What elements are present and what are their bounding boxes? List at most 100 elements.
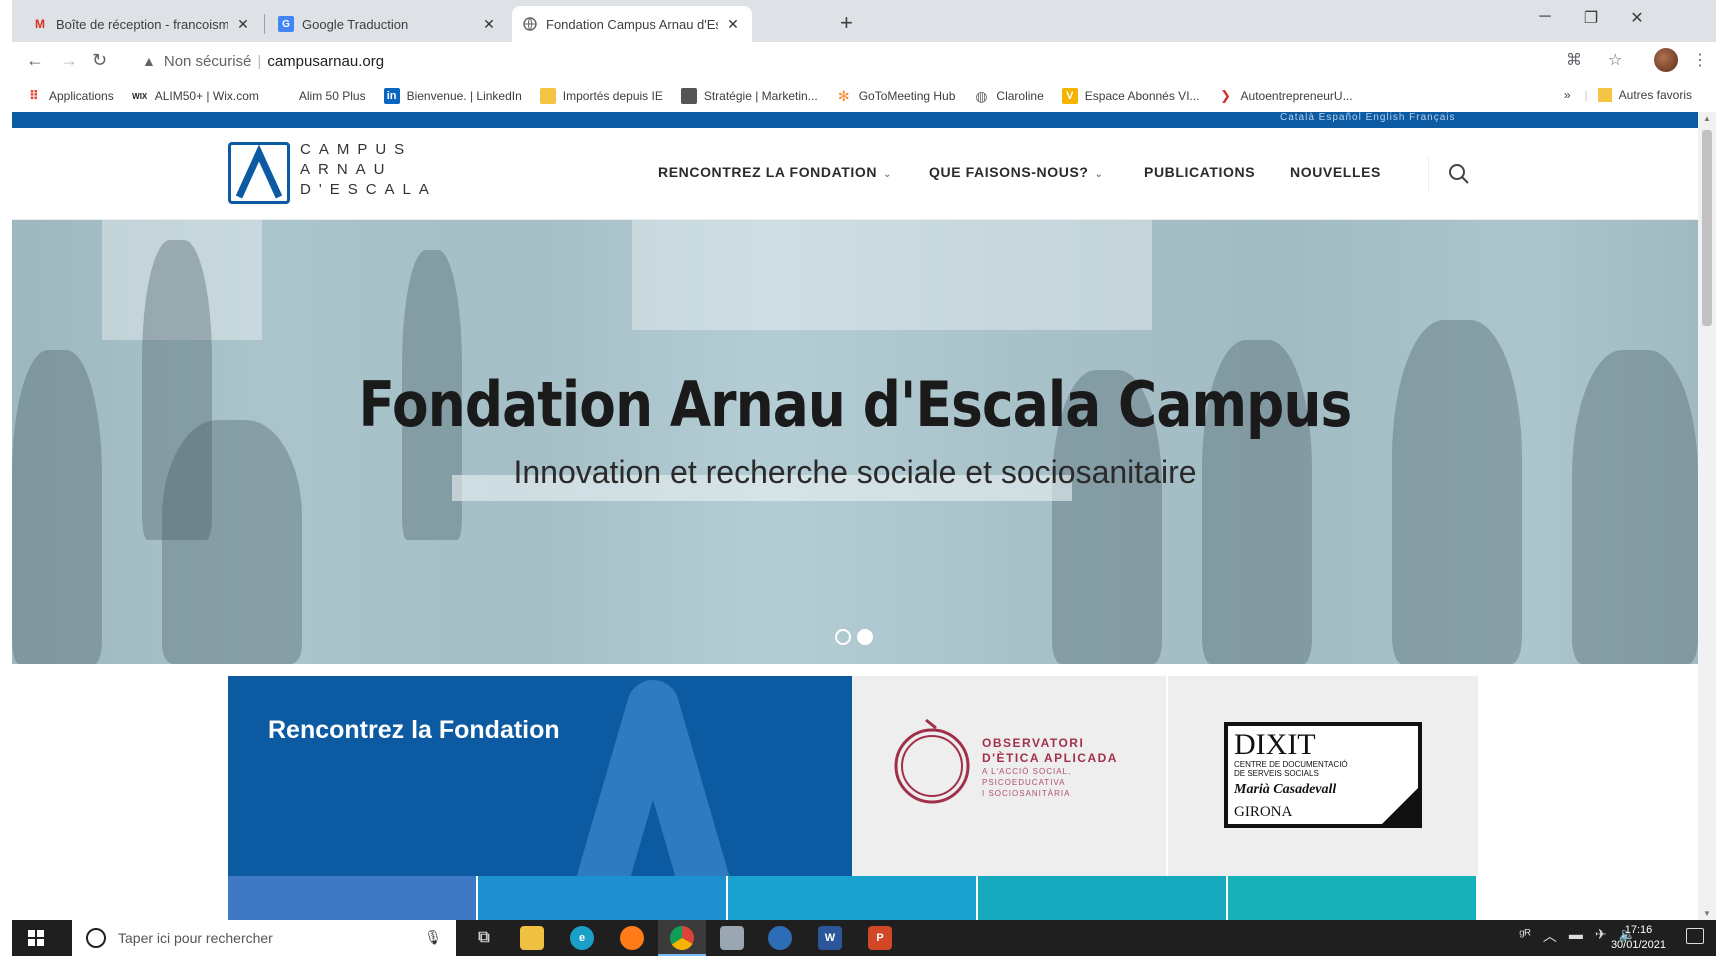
minimize-icon[interactable]: ─ — [1522, 8, 1568, 26]
bookmark-applications[interactable]: ⠿ Applications — [26, 88, 114, 104]
star-icon[interactable]: ☆ — [1608, 50, 1622, 70]
network-icon[interactable]: ✈ — [1595, 926, 1607, 946]
observatori-small: A L'ACCIÓ SOCIAL, — [982, 767, 1072, 776]
edge-icon[interactable]: e — [570, 926, 594, 950]
logo-line: D'ESCALA — [300, 181, 437, 198]
page-scrollbar[interactable]: ▲ ▼ — [1698, 112, 1716, 920]
bookmark-alim50[interactable]: Alim 50 Plus — [299, 89, 366, 103]
menu-kebab-icon[interactable]: ⋮ — [1692, 50, 1708, 70]
bookmark-label: GoToMeeting Hub — [858, 89, 956, 103]
tab-separator — [264, 14, 265, 34]
language-switcher[interactable]: Català Español English Français — [1280, 112, 1456, 123]
battery-icon[interactable]: ▬ — [1569, 926, 1583, 946]
close-icon[interactable]: ✕ — [480, 16, 498, 33]
task-view-icon[interactable]: ⧉ — [472, 926, 496, 950]
app-icon[interactable] — [768, 926, 792, 950]
bookmark-autoentrepreneur[interactable]: ❯ AutoentrepreneurU... — [1218, 88, 1353, 104]
tile-dixit[interactable]: DIXIT CENTRE DE DOCUMENTACIÓ DE SERVEIS … — [1168, 676, 1478, 876]
powerpoint-icon[interactable]: P — [868, 926, 892, 950]
system-clock[interactable]: 17:16 30/01/2021 — [1611, 923, 1666, 953]
reload-icon[interactable]: ↻ — [92, 50, 107, 71]
globe-icon: ◍ — [975, 87, 988, 104]
new-tab-button[interactable]: + — [840, 10, 853, 36]
hero-slider[interactable]: Fondation Arnau d'Escala Campus Innovati… — [12, 220, 1698, 664]
security-label[interactable]: Non sécurisé — [164, 53, 252, 70]
translate-page-icon[interactable]: ⌘ — [1566, 50, 1582, 70]
logo-mark[interactable] — [228, 142, 290, 204]
bookmark-label: Bienvenue. | LinkedIn — [406, 89, 522, 103]
scroll-up-icon[interactable]: ▲ — [1698, 114, 1716, 123]
logo-line: CAMPUS — [300, 141, 413, 158]
bookmark-strategie[interactable]: Stratégie | Marketin... — [680, 88, 818, 104]
nav-que-faisons-nous[interactable]: QUE FAISONS-NOUS? ⌄ — [929, 164, 1104, 180]
tile-rencontrez[interactable]: Rencontrez la Fondation — [228, 676, 852, 876]
other-bookmarks-button[interactable]: Autres favoris — [1619, 88, 1692, 102]
tab-campus-arnau[interactable]: Fondation Campus Arnau d'Escal ✕ — [512, 6, 752, 42]
omnibox[interactable]: ▲ Non sécurisé | campusarnau.org — [132, 46, 1532, 76]
warning-icon[interactable]: ▲ — [142, 53, 156, 69]
nav-publications[interactable]: PUBLICATIONS — [1144, 164, 1255, 180]
more-bookmarks-button[interactable]: » — [1564, 88, 1571, 102]
bookmark-espace-abonnes[interactable]: V Espace Abonnés VI... — [1061, 88, 1200, 104]
notification-icon[interactable] — [1686, 928, 1704, 944]
nav-nouvelles[interactable]: NOUVELLES — [1290, 164, 1381, 180]
url-text[interactable]: campusarnau.org — [267, 53, 384, 70]
address-toolbar: ← → ↻ ▲ Non sécurisé | campusarnau.org ⌘… — [12, 42, 1716, 80]
bookmark-label: Importés depuis IE — [562, 89, 663, 103]
observatori-line1: OBSERVATORI — [982, 736, 1085, 750]
restore-icon[interactable]: ❐ — [1568, 8, 1614, 28]
bookmark-claroline[interactable]: ◍ Claroline — [973, 88, 1043, 104]
dixit-subtitle-line: CENTRE DE DOCUMENTACIÓ — [1234, 760, 1348, 769]
scroll-down-icon[interactable]: ▼ — [1698, 909, 1716, 918]
logo-wordmark[interactable]: CAMPUS ARNAU D'ESCALA — [300, 140, 437, 200]
feature-tiles: Rencontrez la Fondation OBSERVATORI D'ÈT… — [228, 676, 1478, 920]
hero-title: Fondation Arnau d'Escala Campus — [358, 368, 1353, 441]
window-close-icon[interactable]: ✕ — [1614, 8, 1660, 28]
strip-tile[interactable] — [1228, 876, 1476, 920]
strip-tile[interactable] — [478, 876, 726, 920]
chrome-icon[interactable] — [670, 926, 694, 950]
firefox-icon[interactable] — [620, 926, 644, 950]
clock-time: 17:16 — [1624, 924, 1653, 936]
slider-dot-active[interactable] — [857, 629, 873, 645]
back-arrow-icon[interactable]: ← — [26, 50, 44, 71]
bookmark-importes[interactable]: Importés depuis IE — [539, 88, 663, 104]
strip-tile[interactable] — [728, 876, 976, 920]
observatori-logo-icon — [894, 718, 970, 804]
tab-gmail[interactable]: M Boîte de réception - francoismg ✕ — [22, 6, 262, 42]
tab-google-translate[interactable]: G Google Traduction ✕ — [268, 6, 508, 42]
folder-icon — [539, 88, 556, 104]
bookmark-linkedin[interactable]: in Bienvenue. | LinkedIn — [383, 88, 522, 104]
app-icon[interactable] — [720, 926, 744, 950]
bookmark-label: Alim 50 Plus — [298, 89, 366, 103]
observatori-line2: D'ÈTICA APLICADA — [982, 751, 1118, 765]
forward-arrow-icon[interactable]: → — [60, 50, 78, 71]
search-button[interactable] — [1428, 156, 1488, 192]
close-icon[interactable]: ✕ — [724, 16, 742, 33]
close-icon[interactable]: ✕ — [234, 16, 252, 33]
slider-dot[interactable] — [835, 629, 851, 645]
scroll-thumb[interactable] — [1702, 130, 1712, 326]
people-icon[interactable]: ᵍᴿ — [1519, 926, 1531, 946]
bookmark-label: AutoentrepreneurU... — [1240, 89, 1353, 103]
strip-tile[interactable] — [228, 876, 476, 920]
photo-window — [632, 220, 1152, 330]
web-page: Català Español English Français CAMPUS A… — [12, 112, 1698, 920]
bookmark-gotomeeting[interactable]: ✻ GoToMeeting Hub — [836, 88, 956, 104]
microphone-icon[interactable]: 🎙 — [424, 929, 442, 946]
windows-start-icon[interactable] — [28, 930, 44, 946]
chevron-up-icon[interactable]: ︿ — [1543, 926, 1557, 946]
browser-tab-strip: M Boîte de réception - francoismg ✕ G Go… — [12, 0, 1716, 42]
word-icon[interactable]: W — [818, 926, 842, 950]
globe-icon — [522, 16, 538, 32]
bookmark-label: Claroline — [996, 89, 1044, 103]
bookmark-wix[interactable]: WIX ALIM50+ | Wix.com — [132, 88, 259, 104]
logo-a-icon — [235, 144, 283, 199]
divider: | — [1584, 88, 1588, 102]
strip-tile[interactable] — [978, 876, 1226, 920]
tile-observatori[interactable]: OBSERVATORI D'ÈTICA APLICADA A L'ACCIÓ S… — [852, 676, 1166, 876]
taskbar-search-box[interactable]: Taper ici pour rechercher 🎙 — [72, 920, 456, 956]
nav-rencontrez[interactable]: RENCONTREZ LA FONDATION ⌄ — [658, 164, 892, 180]
profile-avatar[interactable] — [1654, 48, 1678, 72]
file-explorer-icon[interactable] — [520, 926, 544, 950]
